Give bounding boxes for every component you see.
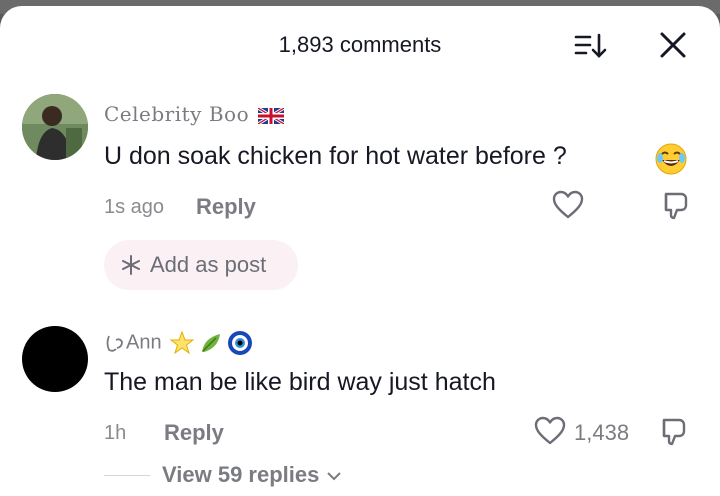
dislike-icon[interactable]: [660, 190, 692, 222]
view-replies-row: View 59 replies: [104, 462, 342, 488]
username-badges: [169, 330, 253, 356]
close-icon: [660, 32, 686, 58]
comment-timestamp: 1h: [104, 422, 127, 444]
uk-flag-icon: [257, 107, 284, 124]
comment-count-title: 1,893 comments: [278, 32, 442, 57]
chevron-down-icon: [326, 472, 341, 481]
laughing-face-icon: [655, 143, 687, 175]
avatar[interactable]: [22, 94, 88, 160]
avatar-photo-icon: [22, 94, 88, 160]
replies-divider: [104, 474, 150, 476]
sparkle-icon: [122, 255, 140, 275]
close-button[interactable]: [656, 28, 690, 62]
comment-username[interactable]: Ann: [104, 330, 253, 356]
avatar[interactable]: [22, 326, 88, 392]
comments-header: 1,893 comments: [0, 6, 720, 82]
add-as-post-button[interactable]: Add as post: [104, 240, 298, 290]
comments-sheet: 1,893 comments Celebrity Boo U don soak …: [0, 6, 720, 496]
star-icon: [169, 330, 195, 355]
nazar-amulet-icon: [228, 331, 253, 355]
comment-timestamp: 1s ago: [104, 196, 165, 218]
leaf-icon: [202, 334, 221, 352]
add-as-post-label: Add as post: [150, 252, 267, 277]
comment-text: U don soak chicken for hot water before …: [104, 142, 567, 170]
comment-username[interactable]: Celebrity Boo: [104, 102, 284, 126]
comment-text: The man be like bird way just hatch: [104, 368, 496, 396]
sort-icon: [574, 33, 607, 58]
like-count: 1,438: [574, 420, 630, 445]
sort-button[interactable]: [572, 30, 608, 62]
like-heart-icon[interactable]: [534, 416, 566, 446]
outlined-glyph-icon: [106, 335, 123, 352]
view-replies-button[interactable]: View 59 replies: [162, 462, 342, 488]
dislike-icon[interactable]: [658, 416, 690, 448]
like-heart-icon[interactable]: [552, 190, 584, 220]
reply-button[interactable]: Reply: [164, 420, 224, 446]
reply-button[interactable]: Reply: [196, 194, 256, 220]
